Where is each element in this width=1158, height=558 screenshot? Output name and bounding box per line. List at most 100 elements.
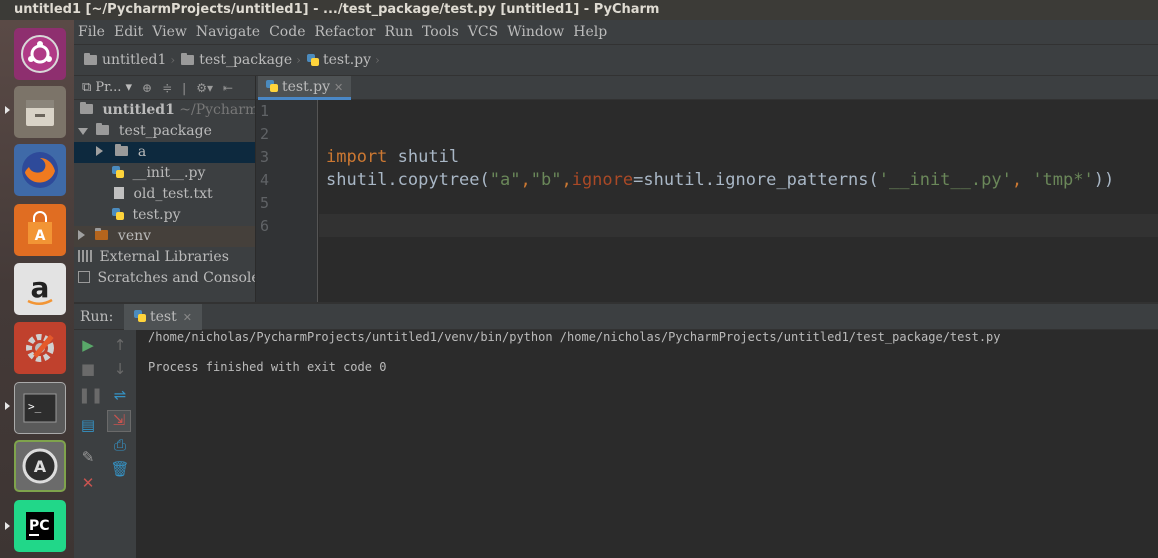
tree-item-external-libraries[interactable]: External Libraries <box>74 247 255 268</box>
amazon-icon[interactable]: a <box>14 263 66 315</box>
chevron-right-icon: › <box>375 53 380 67</box>
code-token: shutil.copytree( <box>326 170 490 190</box>
breadcrumb-item-untitled1[interactable]: untitled1 <box>84 52 166 68</box>
project-view-icon: ⧉ <box>82 80 96 95</box>
stop-icon[interactable]: ■ <box>78 360 98 378</box>
menu-refactor[interactable]: Refactor <box>314 20 375 44</box>
collapse-icon[interactable]: ≑ <box>162 81 172 95</box>
code-token: , <box>561 170 572 190</box>
line-number-gutter: 1 2 3 4 5 6 <box>256 100 318 302</box>
pycharm-icon[interactable]: PC <box>14 500 66 552</box>
tree-item-venv[interactable]: venv <box>74 226 255 247</box>
files-icon[interactable] <box>14 86 66 138</box>
firefox-icon[interactable] <box>14 144 66 196</box>
layout-icon[interactable]: ▤ <box>78 416 98 434</box>
svg-text:PC: PC <box>29 518 50 534</box>
code-token: "a" <box>489 170 521 190</box>
tree-item-a[interactable]: a <box>74 142 255 163</box>
tab-test-py[interactable]: test.py ✕ <box>258 76 352 100</box>
expand-arrow-icon[interactable] <box>78 128 88 135</box>
code-token: , <box>520 170 531 190</box>
tree-label: a <box>137 144 147 160</box>
gear-icon[interactable]: ⚙▾ <box>196 81 213 95</box>
scroll-down-icon[interactable]: ↓ <box>110 360 130 378</box>
code-line-3: import shutil <box>326 146 459 169</box>
collapse-arrow-icon[interactable] <box>96 146 103 156</box>
breadcrumb-label: untitled1 <box>102 52 167 68</box>
project-view-selector[interactable]: ⧉ Pr... ▾ <box>82 80 132 95</box>
menu-help[interactable]: Help <box>573 20 607 44</box>
menu-edit[interactable]: Edit <box>114 20 143 44</box>
print-icon[interactable]: ⎙ <box>110 436 130 454</box>
menu-run[interactable]: Run <box>384 20 413 44</box>
close-icon[interactable]: ✕ <box>78 474 98 492</box>
scroll-up-icon[interactable]: ↑ <box>110 336 130 354</box>
code-editor[interactable]: import shutil shutil.copytree("a","b",ig… <box>319 100 1158 302</box>
text-file-icon <box>114 187 124 199</box>
rerun-icon[interactable]: ▶ <box>78 336 98 354</box>
chevron-right-icon: › <box>296 53 301 67</box>
close-icon[interactable]: ✕ <box>334 81 343 94</box>
code-line-4: shutil.copytree("a","b",ignore=shutil.ig… <box>326 169 1114 192</box>
running-indicator <box>5 106 10 114</box>
hide-icon[interactable]: ⇤ <box>223 81 233 95</box>
pause-icon[interactable]: ❚❚ <box>78 386 103 404</box>
menu-tools[interactable]: Tools <box>422 20 459 44</box>
breadcrumb-item-test-package[interactable]: test_package <box>181 52 292 68</box>
tree-item-root[interactable]: untitled1 ~/Pycharm <box>74 100 256 121</box>
software-updater-icon[interactable]: A <box>14 440 66 492</box>
svg-text:>_: >_ <box>28 400 42 413</box>
line-number: 4 <box>260 171 270 189</box>
ubuntu-dash-icon[interactable] <box>14 28 66 80</box>
tree-label: External Libraries <box>99 249 229 265</box>
tree-item-scratches[interactable]: Scratches and Consoles <box>74 268 256 289</box>
window-title: untitled1 [~/PycharmProjects/untitled1] … <box>0 0 1158 20</box>
software-center-icon[interactable]: A <box>14 204 66 256</box>
tree-label: test.py <box>132 207 181 223</box>
tree-item-test-py[interactable]: test.py <box>74 205 255 226</box>
run-tab-test[interactable]: test ✕ <box>124 304 202 330</box>
menu-view[interactable]: View <box>152 20 187 44</box>
scroll-to-end-icon[interactable]: ⇲ <box>107 410 131 432</box>
breadcrumb-item-test-py[interactable]: test.py <box>306 52 371 68</box>
breadcrumb: untitled1 › test_package › test.py › <box>74 44 1158 76</box>
pin-icon[interactable]: ✎ <box>78 448 98 466</box>
line-number: 6 <box>260 217 270 235</box>
trash-icon[interactable]: 🗑 <box>110 460 130 478</box>
code-token: 'tmp*' <box>1032 170 1094 190</box>
tree-label: venv <box>117 228 152 244</box>
soft-wrap-icon[interactable]: ⇌ <box>110 386 130 404</box>
folder-icon <box>84 53 97 65</box>
tree-item-test-package[interactable]: test_package <box>74 121 255 142</box>
menu-window[interactable]: Window <box>507 20 564 44</box>
line-number: 5 <box>260 194 270 212</box>
tree-root-name: untitled1 <box>102 102 175 118</box>
menu-file[interactable]: File <box>78 20 105 44</box>
python-file-icon <box>306 54 319 66</box>
code-token: =shutil.ignore_patterns( <box>633 170 879 190</box>
tree-item-old-test[interactable]: old_test.txt <box>74 184 255 205</box>
tree-item-init[interactable]: __init__.py <box>74 163 255 184</box>
ubuntu-launcher: A a >_ A PC <box>0 20 74 558</box>
terminal-icon[interactable]: >_ <box>14 382 66 434</box>
run-console[interactable]: /home/nicholas/PycharmProjects/untitled1… <box>138 330 1158 558</box>
system-settings-icon[interactable] <box>14 322 66 374</box>
menu-vcs[interactable]: VCS <box>468 20 498 44</box>
python-file-icon <box>134 310 146 322</box>
menu-navigate[interactable]: Navigate <box>196 20 260 44</box>
folder-icon <box>80 102 93 114</box>
code-token: '__init__.py' <box>878 170 1012 190</box>
locate-icon[interactable]: ⊕ <box>142 81 152 95</box>
menu-code[interactable]: Code <box>269 20 305 44</box>
tree-label: Scratches and Consoles <box>97 270 256 286</box>
editor-tab-bar: test.py ✕ <box>256 76 1158 100</box>
svg-text:a: a <box>31 271 50 304</box>
close-icon[interactable]: ✕ <box>183 311 192 324</box>
svg-text:A: A <box>34 457 47 476</box>
tree-root-path: ~/Pycharm <box>179 102 256 118</box>
code-token: shutil <box>387 147 460 167</box>
collapse-arrow-icon[interactable] <box>78 230 85 240</box>
code-token: ignore <box>571 170 634 190</box>
python-file-icon <box>112 166 124 178</box>
tree-label: __init__.py <box>132 165 206 181</box>
